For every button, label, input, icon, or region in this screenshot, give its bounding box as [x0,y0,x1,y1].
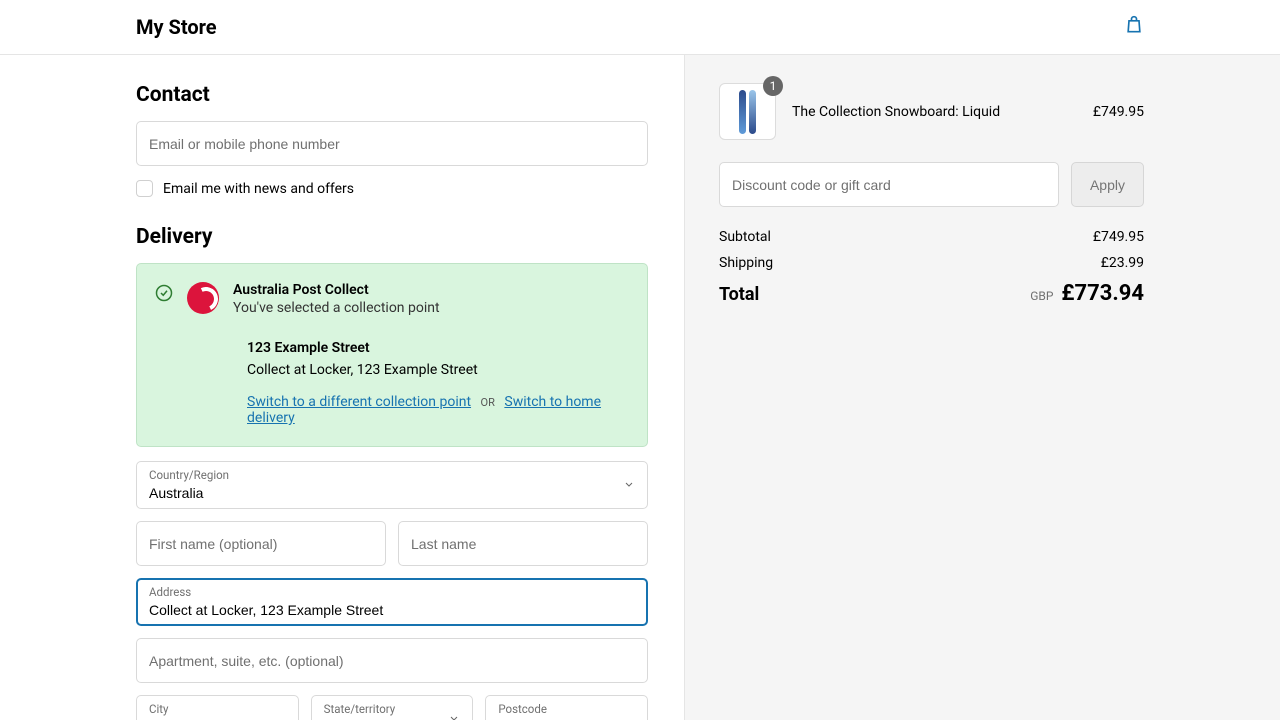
discount-field[interactable] [719,162,1059,207]
last-name-input[interactable] [411,536,635,552]
collection-point-panel: Australia Post Collect You've selected a… [136,263,648,447]
product-thumbnail: 1 [719,83,776,140]
cart-icon[interactable] [1124,14,1144,40]
total-label: Total [719,284,759,305]
order-summary: 1 The Collection Snowboard: Liquid £749.… [684,55,1280,720]
delivery-heading: Delivery [136,225,648,249]
discount-input[interactable] [732,177,1046,193]
collect-provider: Australia Post Collect [233,282,440,298]
apartment-field[interactable] [136,638,648,683]
item-price: £749.95 [1093,104,1144,120]
australia-post-logo-icon [187,282,219,314]
state-select[interactable]: State/territory Victoria [311,695,474,720]
last-name-field[interactable] [398,521,648,566]
news-checkbox[interactable] [136,180,153,197]
collect-desc: Collect at Locker, 123 Example Street [247,362,629,378]
address-input[interactable] [149,602,635,618]
city-label: City [149,702,286,716]
total-amount: £773.94 [1061,281,1144,306]
shipping-value: £23.99 [1101,255,1144,271]
first-name-field[interactable] [136,521,386,566]
collect-street: 123 Example Street [247,340,629,356]
city-field[interactable]: City [136,695,299,720]
check-circle-icon [155,284,173,302]
switch-collection-point-link[interactable]: Switch to a different collection point [247,394,471,410]
item-name: The Collection Snowboard: Liquid [792,104,1077,120]
postcode-label: Postcode [498,702,635,716]
store-name[interactable]: My Store [136,15,217,39]
cart-item: 1 The Collection Snowboard: Liquid £749.… [719,83,1144,140]
country-select-input[interactable]: Australia [149,485,635,501]
or-text: OR [481,396,495,409]
first-name-input[interactable] [149,536,373,552]
checkout-form: Contact Email me with news and offers De… [0,55,684,720]
state-label: State/territory [324,702,461,716]
shipping-label: Shipping [719,255,773,271]
apply-button[interactable]: Apply [1071,162,1144,207]
subtotal-value: £749.95 [1093,229,1144,245]
header: My Store [0,0,1280,55]
email-input[interactable] [149,136,635,152]
country-label: Country/Region [149,468,635,482]
address-label: Address [149,585,635,599]
news-label: Email me with news and offers [163,181,354,197]
postcode-field[interactable]: Postcode [485,695,648,720]
apartment-input[interactable] [149,653,635,669]
collect-selected-msg: You've selected a collection point [233,300,440,316]
subtotal-label: Subtotal [719,229,771,245]
currency-code: GBP [1030,289,1053,303]
contact-heading: Contact [136,83,648,107]
address-field[interactable]: Address [136,578,648,626]
country-select[interactable]: Country/Region Australia [136,461,648,509]
email-field[interactable] [136,121,648,166]
qty-badge: 1 [763,76,783,96]
